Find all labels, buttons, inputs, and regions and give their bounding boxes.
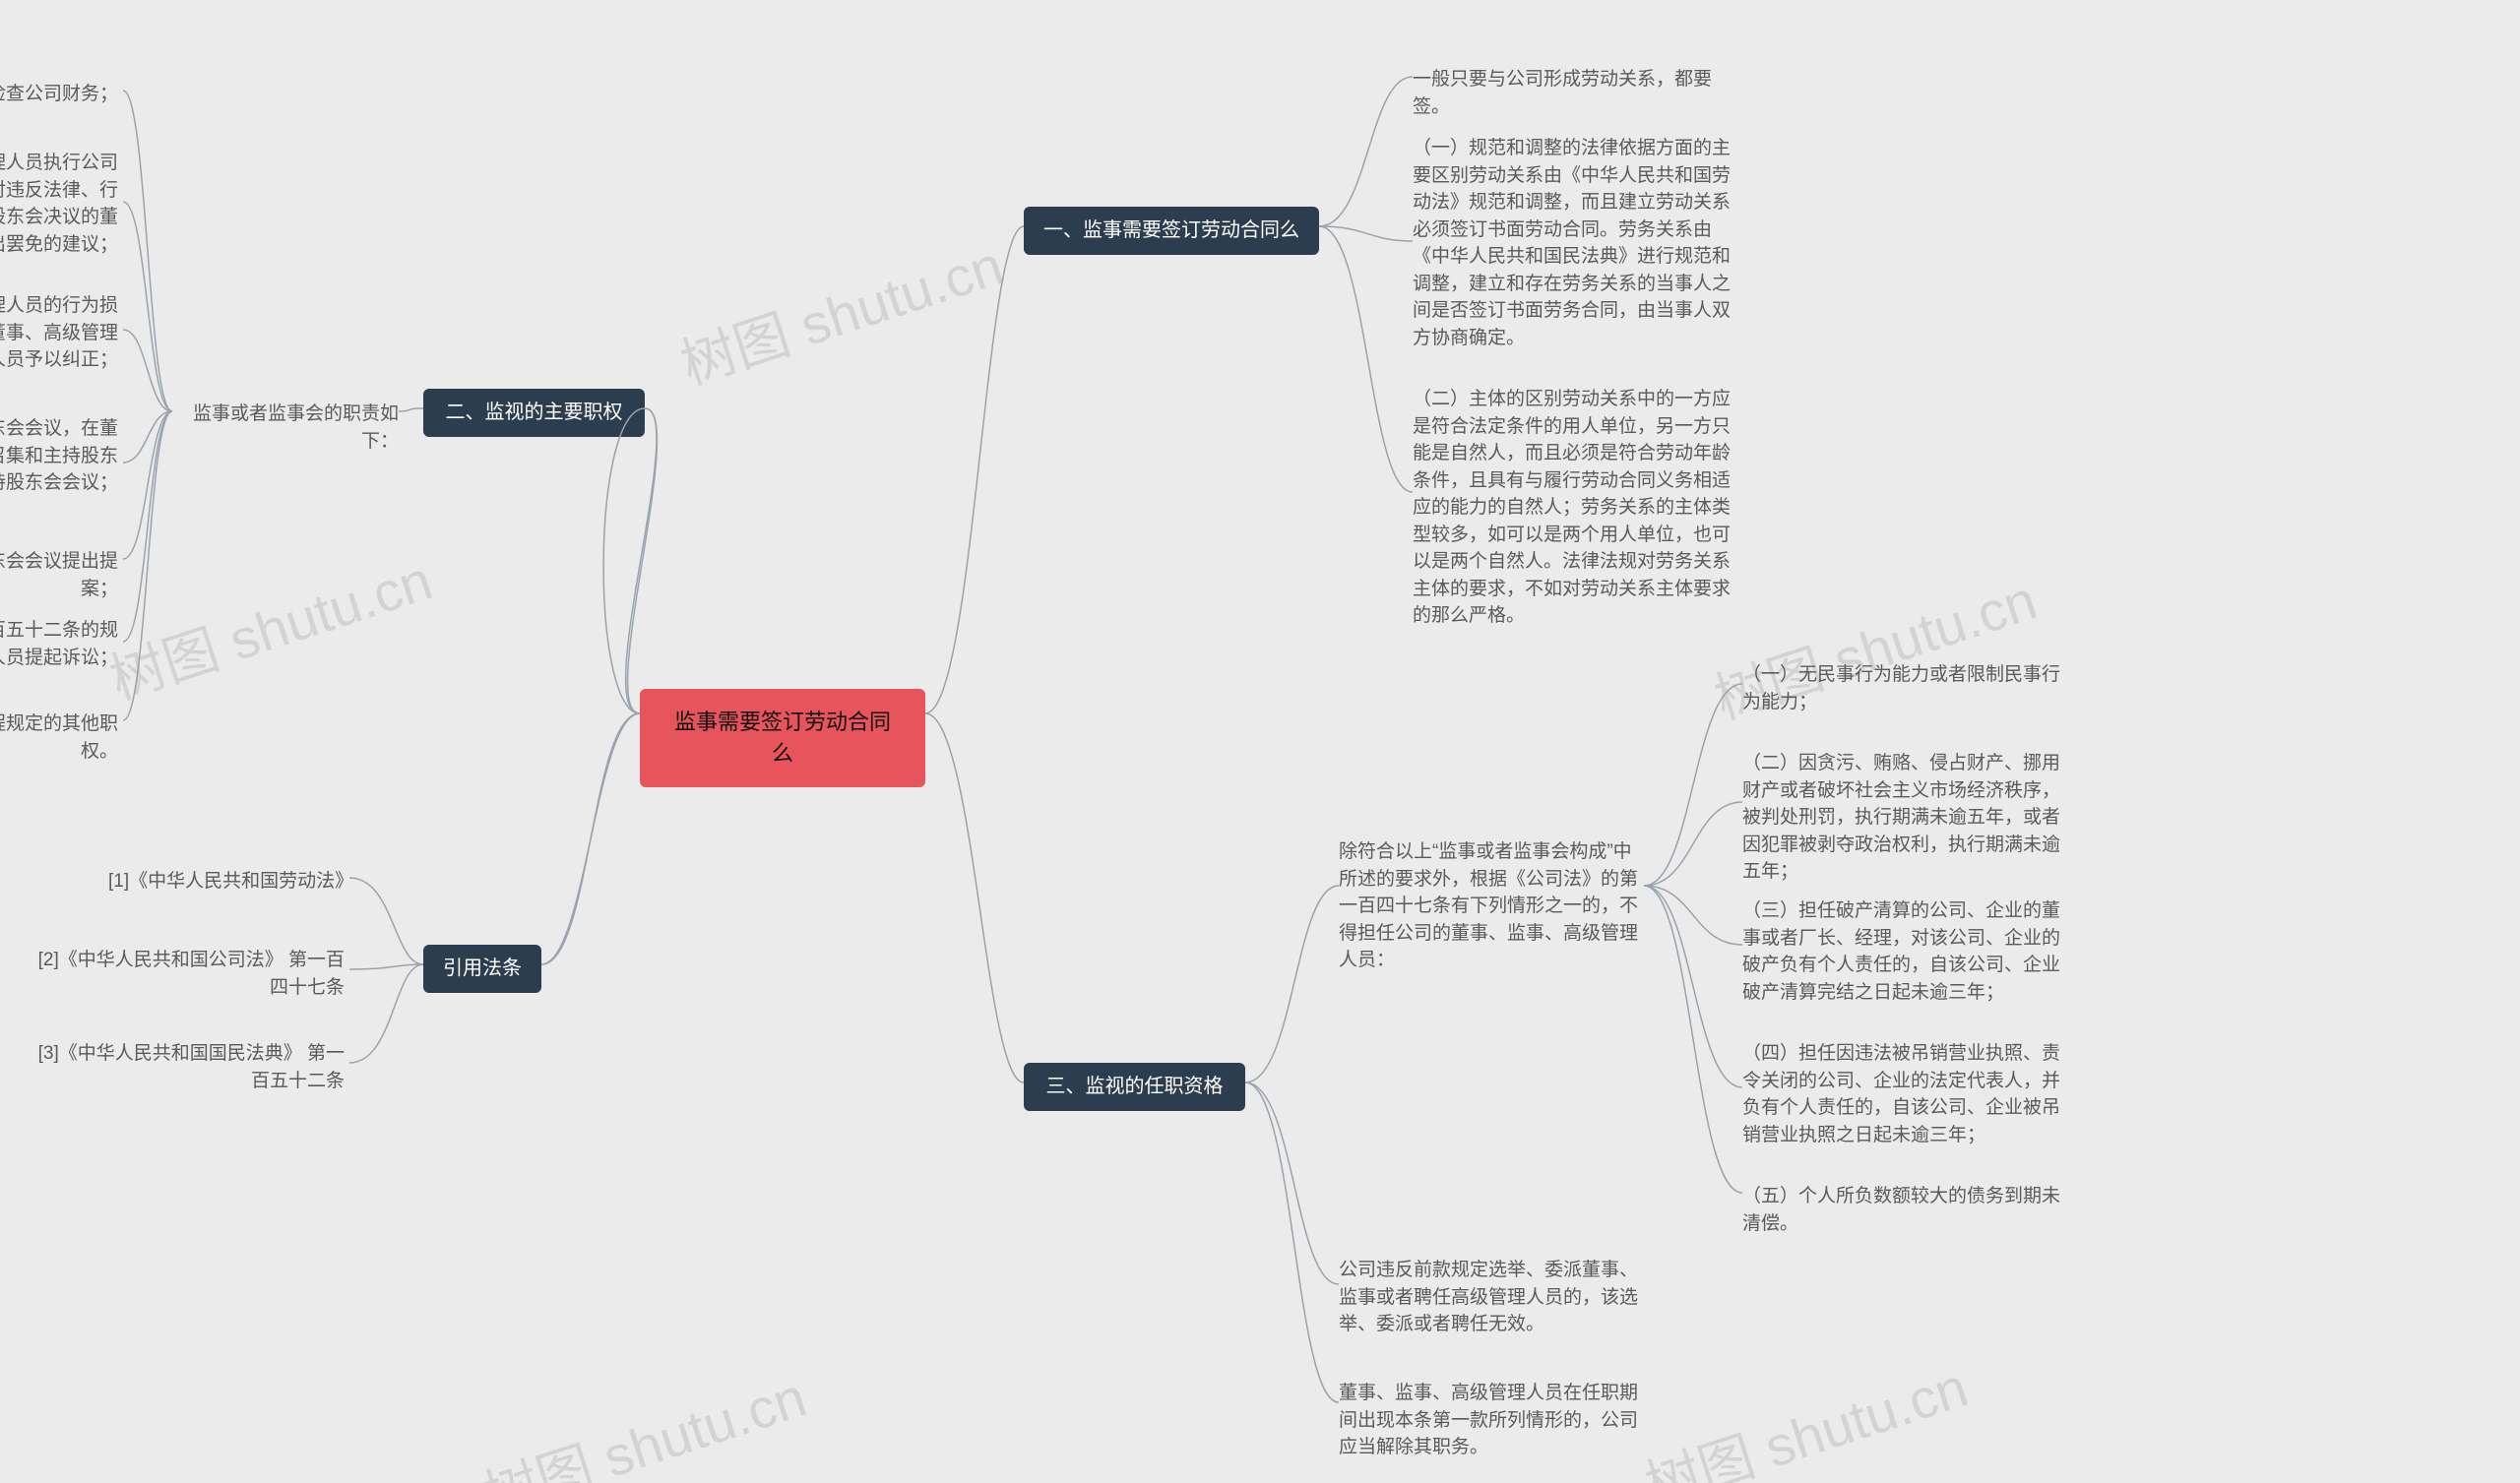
b3-sub-1: （二）因贪污、贿赂、侵占财产、挪用财产或者破坏社会主义市场经济秩序，被判处刑罚，…: [1742, 748, 2077, 888]
b3-mid-1: 公司违反前款规定选举、委派董事、监事或者聘任高级管理人员的，该选举、委派或者聘任…: [1339, 1255, 1644, 1340]
b2-leaf-1: （二）对董事、高级管理人员执行公司职务的行为进行监督，对违反法律、行政法规、公司…: [0, 148, 118, 260]
branch-3: 三、监视的任职资格: [1024, 1063, 1245, 1111]
b1-leaf-2: （二）主体的区别劳动关系中的一方应是符合法定条件的用人单位，另一方只能是自然人，…: [1413, 384, 1747, 632]
b3-sub-3: （四）担任因违法被吊销营业执照、责令关闭的公司、企业的法定代表人，并负有个人责任…: [1742, 1038, 2077, 1150]
b1-leaf-1: （一）规范和调整的法律依据方面的主要区别劳动关系由《中华人民共和国劳动法》规范和…: [1413, 133, 1747, 353]
b3-mid-0: 除符合以上“监事或者监事会构成”中所述的要求外，根据《公司法》的第一百四十七条有…: [1339, 836, 1644, 976]
b2-leaf-3: （四）提议召开临时股东会会议，在董事会不履行本法规定的召集和主持股东会会议职责时…: [0, 413, 118, 499]
branch-cite: 引用法条: [423, 945, 541, 993]
cite-leaf-1: [2]《中华人民共和国公司法》 第一百四十七条: [25, 945, 345, 1003]
watermark: 树图 shutu.cn: [472, 1353, 815, 1483]
b2-leaf-5: （六）依照本法第一百五十二条的规定，对董事、高级管理人员提起诉讼；: [0, 615, 118, 673]
b3-sub-0: （一）无民事行为能力或者限制民事行为能力；: [1742, 659, 2077, 717]
b3-sub-2: （三）担任破产清算的公司、企业的董事或者厂长、经理，对该公司、企业的破产负有个人…: [1742, 896, 2077, 1008]
b1-leaf-0: 一般只要与公司形成劳动关系，都要签。: [1413, 64, 1747, 122]
branch-1: 一、监事需要签订劳动合同么: [1024, 207, 1319, 255]
b3-sub-4: （五）个人所负数额较大的债务到期未清偿。: [1742, 1181, 2077, 1239]
cite-leaf-2: [3]《中华人民共和国国民法典》 第一百五十二条: [25, 1038, 345, 1096]
b3-mid-2: 董事、监事、高级管理人员在任职期间出现本条第一款所列情形的，公司应当解除其职务。: [1339, 1378, 1644, 1463]
watermark: 树图 shutu.cn: [98, 536, 441, 715]
b2-mid: 监事或者监事会的职责如下：: [172, 399, 399, 457]
b2-leaf-0: （一）检查公司财务；: [0, 79, 118, 110]
b2-leaf-4: （五）向股东会会议提出提案；: [0, 546, 118, 604]
branch-2: 二、监视的主要职权: [423, 389, 645, 437]
watermark: 树图 shutu.cn: [669, 221, 1012, 401]
root-node: 监事需要签订劳动合同么: [640, 689, 925, 787]
b2-leaf-6: （七）公司章程规定的其他职权。: [0, 709, 118, 767]
cite-leaf-0: [1]《中华人民共和国劳动法》: [108, 866, 345, 897]
watermark: 树图 shutu.cn: [1634, 1343, 1977, 1483]
b2-leaf-2: （三）当董事、高级管理人员的行为损害公司的利益时，要求董事、高级管理人员予以纠正…: [0, 290, 118, 376]
